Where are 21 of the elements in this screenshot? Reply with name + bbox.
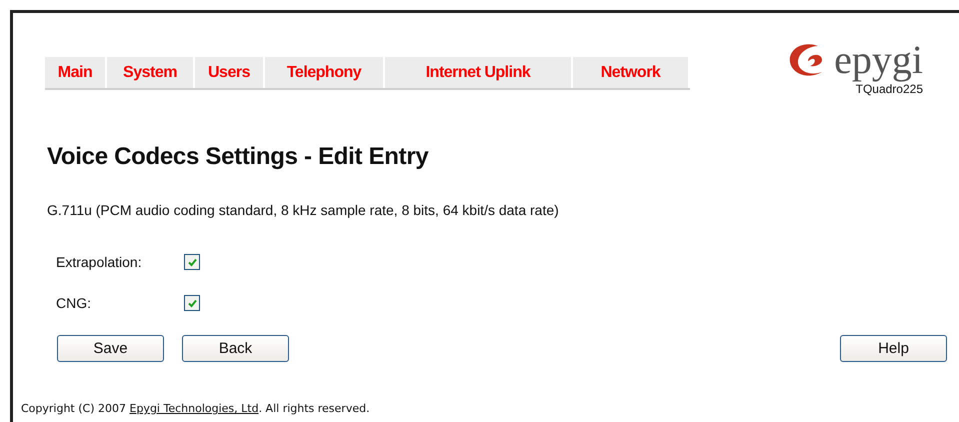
checkbox[interactable] [184, 295, 200, 311]
nav-tab[interactable]: Telephony [265, 57, 385, 88]
help-button[interactable]: Help [840, 335, 947, 362]
logo-wordmark: epygi [834, 40, 923, 80]
company-link[interactable]: Epygi Technologies, Ltd [130, 402, 259, 415]
checkbox[interactable] [184, 254, 200, 270]
option-label: Extrapolation: [56, 254, 143, 270]
checkmark-icon [186, 298, 198, 308]
nav-tab[interactable]: Main [45, 57, 107, 88]
copyright-text: Copyright (C) 2007 Epygi Technologies, Ltd. All rights reserved. [21, 402, 371, 415]
codec-description: G.711u (PCM audio coding standard, 8 kHz sample rate, 8 bits, 64 kbit/s data rate) [47, 202, 560, 218]
nav-tab[interactable]: Internet Uplink [385, 57, 573, 88]
form-button[interactable]: Back [182, 335, 289, 362]
option-label: CNG: [56, 295, 92, 311]
form-button[interactable]: Save [57, 335, 164, 362]
page-title: Voice Codecs Settings - Edit Entry [47, 143, 430, 171]
nav-tab[interactable]: System [107, 57, 195, 88]
nav-tab[interactable]: Network [573, 57, 690, 88]
model-name: TQuadro225 [856, 82, 923, 96]
checkmark-icon [186, 256, 198, 268]
nav-tab[interactable]: Users [195, 57, 265, 88]
